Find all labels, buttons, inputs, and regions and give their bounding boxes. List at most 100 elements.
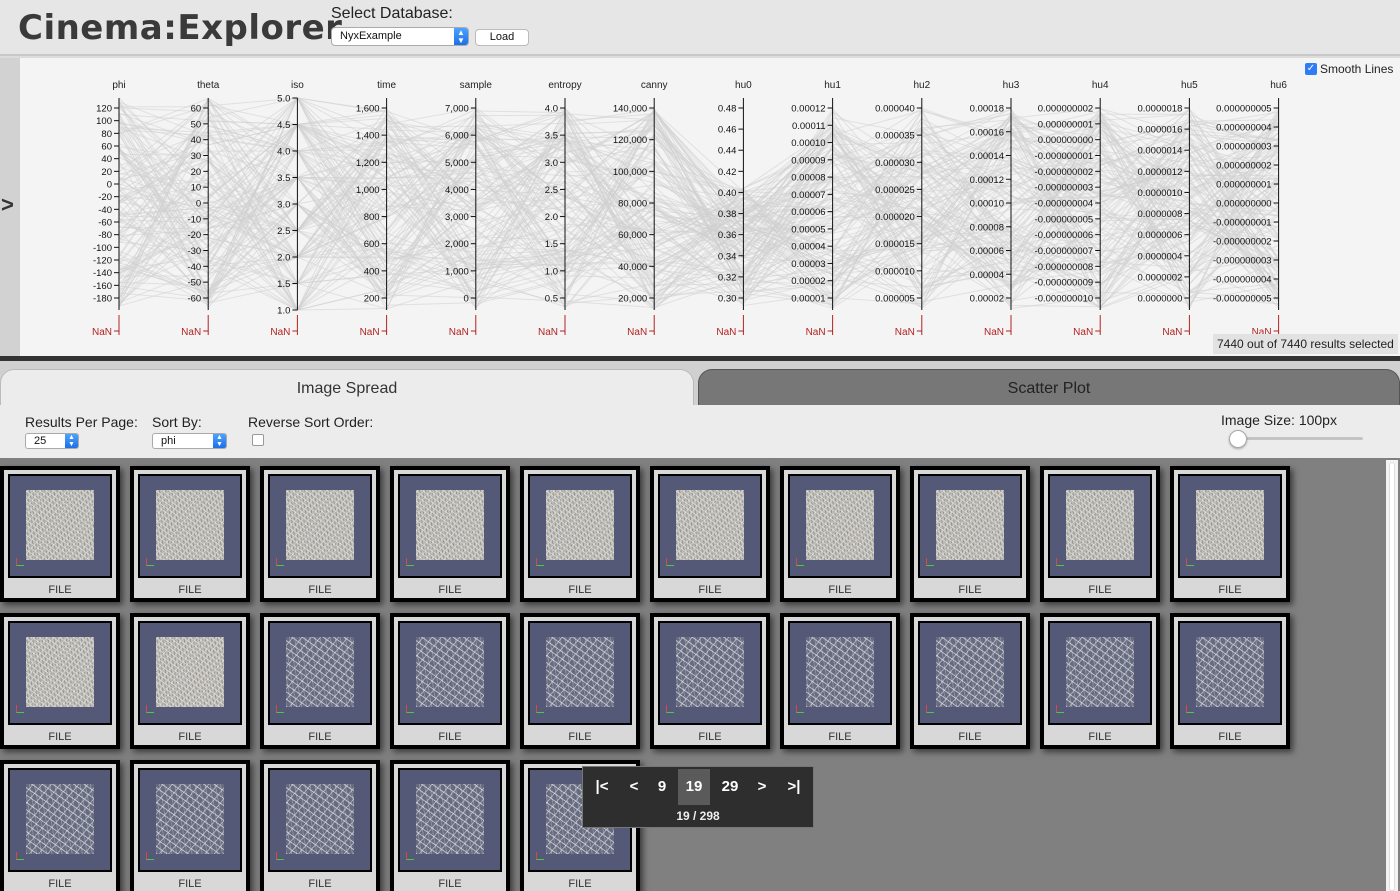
result-thumbnail[interactable] bbox=[398, 768, 502, 872]
result-thumbnail[interactable] bbox=[528, 621, 632, 725]
result-thumbnail[interactable] bbox=[268, 474, 372, 578]
tick-label: 60 bbox=[101, 142, 112, 153]
result-thumbnail[interactable] bbox=[268, 621, 372, 725]
expand-chevron-icon: > bbox=[1, 192, 14, 217]
file-label: FILE bbox=[568, 584, 592, 596]
results-per-page-select[interactable]: 25 ▲ ▼ bbox=[25, 433, 79, 449]
tick-label: 3.5 bbox=[545, 131, 558, 142]
result-thumbnail[interactable] bbox=[1048, 621, 1152, 725]
result-thumbnail[interactable] bbox=[398, 621, 502, 725]
image-card[interactable]: FILE bbox=[130, 760, 250, 891]
tick-label: -120 bbox=[93, 256, 112, 267]
image-card[interactable]: FILE bbox=[0, 466, 120, 602]
result-thumbnail[interactable] bbox=[658, 474, 762, 578]
load-button[interactable]: Load bbox=[475, 29, 529, 46]
tick-label: 0.36 bbox=[718, 230, 737, 241]
tick-label: 40 bbox=[101, 154, 112, 165]
result-thumbnail[interactable] bbox=[788, 621, 892, 725]
result-thumbnail[interactable] bbox=[138, 768, 242, 872]
tick-label: 0.000025 bbox=[875, 185, 915, 196]
image-card[interactable]: FILE bbox=[780, 613, 900, 749]
axis-title: iso bbox=[291, 80, 304, 91]
image-card[interactable]: FILE bbox=[130, 613, 250, 749]
tick-label: 6,000 bbox=[445, 131, 469, 142]
smooth-lines-checkbox[interactable]: ✓ bbox=[1305, 63, 1317, 75]
image-card[interactable]: FILE bbox=[390, 466, 510, 602]
current-page-button[interactable]: 19 bbox=[678, 769, 710, 805]
image-card[interactable]: FILE bbox=[260, 760, 380, 891]
grid-scrollbar[interactable] bbox=[1386, 460, 1398, 891]
result-thumbnail[interactable] bbox=[1048, 474, 1152, 578]
image-size-slider[interactable] bbox=[1231, 437, 1363, 440]
tick-label: 1,400 bbox=[356, 131, 380, 142]
result-thumbnail[interactable] bbox=[528, 474, 632, 578]
image-card[interactable]: FILE bbox=[1040, 613, 1160, 749]
volume-render-image bbox=[286, 637, 354, 707]
result-thumbnail[interactable] bbox=[398, 474, 502, 578]
result-thumbnail[interactable] bbox=[8, 768, 112, 872]
nan-label: NaN bbox=[538, 327, 558, 338]
image-card[interactable]: FILE bbox=[130, 466, 250, 602]
result-thumbnail[interactable] bbox=[788, 474, 892, 578]
tab-image-spread[interactable]: Image Spread bbox=[0, 369, 694, 406]
tick-label: 0.0000010 bbox=[1137, 188, 1182, 199]
panel-toggle[interactable]: > bbox=[0, 58, 20, 357]
result-thumbnail[interactable] bbox=[1178, 621, 1282, 725]
smooth-lines-toggle[interactable]: ✓ Smooth Lines bbox=[1305, 62, 1393, 76]
first-page-button[interactable]: |< bbox=[586, 769, 618, 805]
reverse-sort-checkbox[interactable] bbox=[252, 434, 264, 446]
result-thumbnail[interactable] bbox=[918, 474, 1022, 578]
volume-render-image bbox=[546, 490, 614, 560]
tick-label: 0.0000014 bbox=[1137, 146, 1182, 157]
nan-label: NaN bbox=[627, 327, 647, 338]
result-thumbnail[interactable] bbox=[8, 621, 112, 725]
image-card[interactable]: FILE bbox=[910, 466, 1030, 602]
sort-by-select[interactable]: phi ▲ ▼ bbox=[152, 433, 227, 449]
axis-title: hu5 bbox=[1181, 80, 1198, 91]
tick-label: 0.32 bbox=[718, 272, 737, 283]
parallel-coordinates-plot[interactable]: phi120100806040200-20-40-60-80-100-120-1… bbox=[20, 58, 1400, 357]
tick-label: 0.00018 bbox=[970, 104, 1004, 115]
image-card[interactable]: FILE bbox=[390, 760, 510, 891]
result-thumbnail[interactable] bbox=[8, 474, 112, 578]
result-thumbnail[interactable] bbox=[138, 621, 242, 725]
result-thumbnail[interactable] bbox=[268, 768, 372, 872]
image-spread-controls: Results Per Page: 25 ▲ ▼ Sort By: phi ▲ ▼ … bbox=[0, 405, 1400, 458]
tick-label: 800 bbox=[364, 212, 380, 223]
result-thumbnail[interactable] bbox=[138, 474, 242, 578]
tick-label: 0.000000000 bbox=[1038, 135, 1093, 146]
image-card[interactable]: FILE bbox=[650, 466, 770, 602]
tick-label: -60 bbox=[98, 218, 112, 229]
image-card[interactable]: FILE bbox=[1170, 613, 1290, 749]
result-thumbnail[interactable] bbox=[1178, 474, 1282, 578]
image-card[interactable]: FILE bbox=[520, 466, 640, 602]
database-select[interactable]: NyxExample ▲ ▼ bbox=[331, 27, 469, 46]
result-thumbnail[interactable] bbox=[658, 621, 762, 725]
image-card[interactable]: FILE bbox=[520, 613, 640, 749]
result-thumbnail[interactable] bbox=[918, 621, 1022, 725]
image-card[interactable]: FILE bbox=[260, 613, 380, 749]
image-card[interactable]: FILE bbox=[390, 613, 510, 749]
image-card[interactable]: FILE bbox=[0, 613, 120, 749]
image-card[interactable]: FILE bbox=[1040, 466, 1160, 602]
image-card[interactable]: FILE bbox=[0, 760, 120, 891]
page-button[interactable]: 29 bbox=[714, 769, 746, 805]
image-size-slider-thumb[interactable] bbox=[1229, 430, 1247, 448]
tick-label: 0.000040 bbox=[875, 104, 915, 115]
next-page-button[interactable]: > bbox=[746, 769, 778, 805]
tick-label: 5,000 bbox=[445, 158, 469, 169]
page-button[interactable]: 9 bbox=[646, 769, 678, 805]
tab-scatter-plot[interactable]: Scatter Plot bbox=[698, 369, 1400, 406]
tick-label: 0.0000012 bbox=[1137, 167, 1182, 178]
image-card[interactable]: FILE bbox=[780, 466, 900, 602]
image-card[interactable]: FILE bbox=[1170, 466, 1290, 602]
axis-hu5[interactable]: hu5 0.0000018 0.0000016 0.0000014 0.0000012 0… bbox=[1137, 80, 1198, 338]
orientation-axes-icon bbox=[666, 558, 674, 566]
last-page-button[interactable]: >| bbox=[778, 769, 810, 805]
image-card[interactable]: FILE bbox=[650, 613, 770, 749]
image-card[interactable]: FILE bbox=[910, 613, 1030, 749]
axis-title: hu0 bbox=[735, 80, 752, 91]
image-card[interactable]: FILE bbox=[260, 466, 380, 602]
volume-render-image bbox=[156, 637, 224, 707]
file-label: FILE bbox=[698, 731, 722, 743]
